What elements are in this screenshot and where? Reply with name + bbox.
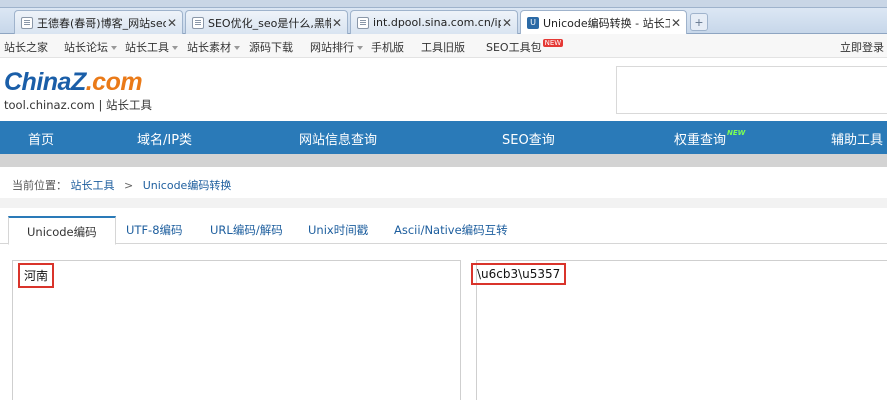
browser-tab[interactable]: int.dpool.sina.com.cn/iploo ✕ bbox=[350, 10, 518, 34]
site-top-nav: 站长之家 站长论坛 站长工具 站长素材 源码下载 网站排行 手机版 工具旧版 S… bbox=[0, 34, 887, 58]
site-nav-item[interactable]: 站长论坛 bbox=[64, 39, 117, 55]
site-nav-item[interactable]: 网站排行 bbox=[310, 39, 363, 55]
site-nav-label: 手机版 bbox=[371, 41, 404, 54]
main-nav: 首页 域名/IP类 网站信息查询 SEO查询 权重查询NEW 辅助工具 bbox=[0, 121, 887, 154]
logo-part: .com bbox=[85, 68, 143, 96]
site-nav-item[interactable]: 工具旧版 bbox=[421, 39, 465, 55]
site-nav-label: SEO工具包 bbox=[486, 41, 542, 54]
site-nav-label: 站长论坛 bbox=[64, 41, 108, 54]
unicode-icon: U bbox=[527, 17, 539, 29]
tab-title: int.dpool.sina.com.cn/iploo bbox=[373, 16, 501, 29]
main-nav-item[interactable]: 权重查询NEW bbox=[674, 129, 745, 148]
login-link[interactable]: 立即登录 bbox=[840, 39, 884, 55]
breadcrumb-current[interactable]: Unicode编码转换 bbox=[143, 179, 232, 192]
close-icon[interactable]: ✕ bbox=[670, 16, 682, 30]
page-icon bbox=[357, 16, 369, 29]
site-nav-item[interactable]: 源码下载 bbox=[249, 39, 293, 55]
logo-subtitle: tool.chinaz.com | 站长工具 bbox=[4, 97, 152, 113]
site-nav-label: 站长工具 bbox=[125, 41, 169, 54]
browser-tab[interactable]: SEO优化_seo是什么,黑帽seo ✕ bbox=[185, 10, 348, 34]
browser-tab-bar: 王德春(春哥)博客_网站seo,se ✕ SEO优化_seo是什么,黑帽seo … bbox=[0, 8, 887, 35]
tab-title: SEO优化_seo是什么,黑帽seo bbox=[208, 16, 331, 30]
main-nav-item[interactable]: 首页 bbox=[28, 129, 54, 148]
logo-part: China bbox=[4, 68, 71, 96]
site-nav-item[interactable]: 站长素材 bbox=[187, 39, 240, 55]
logo-part: Z bbox=[70, 68, 86, 96]
breadcrumb: 当前位置： 站长工具 > Unicode编码转换 bbox=[12, 177, 231, 193]
main-nav-item[interactable]: 网站信息查询 bbox=[299, 129, 377, 148]
chevron-down-icon bbox=[357, 46, 363, 50]
logo-domain: tool.chinaz.com bbox=[4, 98, 95, 112]
close-icon[interactable]: ✕ bbox=[166, 16, 178, 30]
header-search-box[interactable] bbox=[616, 66, 887, 114]
logo-tagline: 站长工具 bbox=[106, 98, 153, 112]
tab-ascii-native[interactable]: Ascii/Native编码互转 bbox=[376, 216, 526, 244]
output-textarea[interactable]: \u6cb3\u5357 bbox=[471, 260, 887, 400]
site-nav-item[interactable]: 站长之家 bbox=[4, 39, 48, 55]
site-nav-item[interactable]: SEO工具包 NEW bbox=[486, 39, 564, 55]
breadcrumb-link[interactable]: 站长工具 bbox=[71, 179, 115, 192]
breadcrumb-separator: > bbox=[124, 179, 134, 192]
tab-unicode[interactable]: Unicode编码 bbox=[8, 216, 116, 245]
input-textarea[interactable]: 河南 bbox=[12, 260, 461, 400]
main-nav-item[interactable]: 域名/IP类 bbox=[137, 129, 192, 148]
new-tab-button[interactable]: + bbox=[690, 13, 708, 31]
main-nav-item[interactable]: 辅助工具 bbox=[831, 129, 883, 148]
chevron-down-icon bbox=[172, 46, 178, 50]
tool-tabs: Unicode编码 UTF-8编码 URL编码/解码 Unix时间戳 Ascii… bbox=[0, 208, 887, 245]
browser-tab[interactable]: 王德春(春哥)博客_网站seo,se ✕ bbox=[14, 10, 183, 34]
close-icon[interactable]: ✕ bbox=[331, 16, 343, 30]
tab-title: 王德春(春哥)博客_网站seo,se bbox=[37, 16, 166, 30]
main-nav-item[interactable]: SEO查询 bbox=[502, 129, 555, 148]
site-nav-label: 工具旧版 bbox=[421, 41, 465, 54]
chinaz-logo[interactable]: ChinaZ.com tool.chinaz.com | 站长工具 bbox=[4, 68, 152, 113]
chevron-down-icon bbox=[234, 46, 240, 50]
nav-sub-bar bbox=[0, 154, 887, 167]
close-icon[interactable]: ✕ bbox=[501, 16, 513, 30]
site-nav-label: 站长之家 bbox=[4, 41, 48, 54]
logo-divider: | bbox=[98, 98, 103, 112]
site-nav-item[interactable]: 站长工具 bbox=[125, 39, 178, 55]
content-gap bbox=[0, 198, 887, 208]
new-badge: NEW bbox=[542, 39, 564, 47]
page-icon bbox=[192, 16, 204, 29]
tab-url[interactable]: URL编码/解码 bbox=[192, 216, 301, 244]
output-text: \u6cb3\u5357 bbox=[471, 263, 567, 285]
site-nav-label: 站长素材 bbox=[187, 41, 231, 54]
site-nav-item[interactable]: 手机版 bbox=[371, 39, 404, 55]
breadcrumb-prefix: 当前位置： bbox=[12, 179, 67, 192]
new-badge: NEW bbox=[727, 129, 746, 137]
logo-wordmark: ChinaZ.com bbox=[4, 68, 152, 96]
main-nav-label: 权重查询 bbox=[674, 133, 727, 148]
input-text: 河南 bbox=[18, 263, 55, 288]
site-nav-label: 源码下载 bbox=[249, 41, 293, 54]
tab-title: Unicode编码转换 - 站长工具 bbox=[543, 17, 670, 30]
tab-utf8[interactable]: UTF-8编码 bbox=[108, 216, 201, 244]
tab-unix-timestamp[interactable]: Unix时间戳 bbox=[290, 216, 386, 244]
chevron-down-icon bbox=[111, 46, 117, 50]
window-top-strip bbox=[0, 0, 887, 8]
site-nav-label: 网站排行 bbox=[310, 41, 354, 54]
browser-tab-active[interactable]: U Unicode编码转换 - 站长工具 ✕ bbox=[520, 10, 687, 35]
page-icon bbox=[21, 16, 33, 29]
